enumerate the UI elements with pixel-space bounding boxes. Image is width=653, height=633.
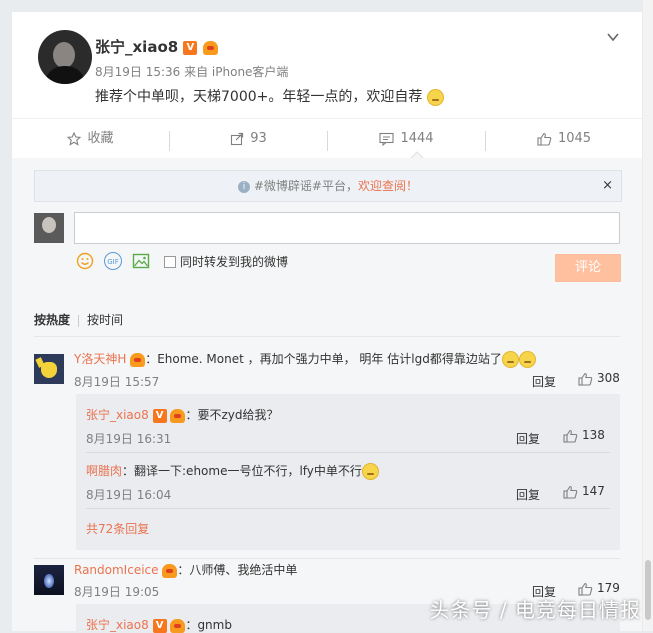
sub-reply: 张宁_xiao8 V ：gnmb xyxy=(86,616,232,633)
sort-by-time-tab[interactable]: 按时间 xyxy=(87,313,123,327)
hug-emoji-icon xyxy=(426,88,444,106)
thumbs-up-icon xyxy=(537,132,552,146)
comment-like-button[interactable]: 308 xyxy=(578,371,620,386)
image-icon[interactable] xyxy=(132,252,150,270)
author-avatar[interactable] xyxy=(38,30,92,84)
rumor-notice-bar: i #微博辟谣#平台，欢迎查阅！ × xyxy=(34,170,622,202)
verified-badge-icon: V xyxy=(152,408,167,423)
thumbs-up-icon xyxy=(563,429,578,443)
forward-checkbox-label: 同时转发到我的微博 xyxy=(180,255,289,269)
notice-text: #微博辟谣#平台， xyxy=(253,179,358,193)
crown-badge-icon xyxy=(202,40,218,55)
post-meta: 8月19日 15:36 来自 iPhone客户端 xyxy=(95,65,289,79)
sub-reply-text: ：要不zyd给我？ xyxy=(185,408,279,422)
commenter-avatar[interactable] xyxy=(34,565,64,595)
sweat-emoji-icon xyxy=(501,351,519,368)
sub-reply-like-count: 147 xyxy=(582,484,605,498)
favorite-label: 收藏 xyxy=(87,131,114,146)
author-name[interactable]: 张宁_xiao8 xyxy=(95,38,178,56)
comment-like-button[interactable]: 138 xyxy=(563,428,605,443)
sub-replies-box: 张宁_xiao8 V ：要不zyd给我？ 8月19日 16:31 回复 138 … xyxy=(76,394,620,550)
sub-reply-like-count: 138 xyxy=(582,428,605,442)
favorite-button[interactable]: 收藏 xyxy=(12,119,169,159)
comment-body: RandomIceice ：八师傅、我绝活中单 xyxy=(74,561,297,578)
like-count: 1045 xyxy=(557,131,592,146)
sub-reply-time: 8月19日 16:31 xyxy=(86,432,172,446)
emoji-icon[interactable] xyxy=(76,252,94,270)
sub-reply: 张宁_xiao8 V ：要不zyd给我？ xyxy=(86,406,278,423)
page-scrollbar[interactable] xyxy=(643,0,653,631)
more-replies-link[interactable]: 共72条回复 xyxy=(86,520,149,537)
sub-reply-name[interactable]: 啊腊肉 xyxy=(86,464,122,478)
thumbs-up-icon xyxy=(563,485,578,499)
share-icon xyxy=(231,132,244,145)
commenter-avatar[interactable] xyxy=(34,354,64,384)
sub-reply-text: ：翻译一下:ehome一号位不行，lfy中单不行 xyxy=(122,464,362,478)
crown-badge-icon xyxy=(162,563,178,578)
comment-text: ：Ehome. Monet ，再加个强力中单， 明年 估计lgd都得靠边站了 xyxy=(145,352,502,366)
current-user-avatar xyxy=(34,213,64,243)
gif-icon[interactable]: GIF xyxy=(104,252,122,270)
forward-count: 93 xyxy=(250,131,267,146)
watermark: 头条号 / 电竞每日情报 xyxy=(429,598,641,622)
like-button[interactable]: 1045 xyxy=(486,119,642,159)
notice-link[interactable]: 欢迎查阅！ xyxy=(358,179,418,193)
commenter-name[interactable]: Y洛天神H xyxy=(74,352,126,366)
author-name-row: 张宁_xiao8 V xyxy=(95,36,218,57)
chevron-down-icon[interactable] xyxy=(606,30,620,44)
comment-body: Y洛天神H ：Ehome. Monet ，再加个强力中单， 明年 估计lgd都得… xyxy=(74,350,536,368)
post-text-content: 推荐个中单呗，天梯7000+。年轻一点的，欢迎自荐 xyxy=(95,89,423,105)
comment-time: 8月19日 15:57 xyxy=(74,375,160,389)
notice-close-button[interactable]: × xyxy=(602,171,613,201)
comment-count: 1444 xyxy=(400,131,434,146)
comment-button[interactable]: 1444 xyxy=(328,119,485,159)
crown-badge-icon xyxy=(170,408,186,423)
crown-badge-icon xyxy=(170,618,186,633)
cat-emoji-icon xyxy=(361,463,379,480)
comment-text: ：八师傅、我绝活中单 xyxy=(177,563,298,577)
crown-badge-icon xyxy=(130,352,146,367)
weibo-post-card: 张宁_xiao8 V 8月19日 15:36 来自 iPhone客户端 推荐个中… xyxy=(12,12,642,633)
comment-input[interactable] xyxy=(74,212,620,244)
comment-like-button[interactable]: 147 xyxy=(563,484,605,499)
thumbs-up-icon xyxy=(578,372,593,386)
post-action-bar: 收藏 93 1444 1045 xyxy=(12,118,642,159)
submit-comment-button[interactable]: 评论 xyxy=(555,254,621,282)
reply-button[interactable]: 回复 xyxy=(532,373,556,390)
comment-like-count: 179 xyxy=(597,581,620,595)
reply-button[interactable]: 回复 xyxy=(516,430,540,447)
forward-button[interactable]: 93 xyxy=(170,119,327,159)
reply-button[interactable]: 回复 xyxy=(516,486,540,503)
sweat-emoji-icon xyxy=(518,351,536,368)
sort-by-hot-tab[interactable]: 按热度 xyxy=(34,313,70,327)
caret-up-icon xyxy=(410,151,424,159)
comment-panel: i #微博辟谣#平台，欢迎查阅！ × GIF 同时转发到我的微博 评论 按热度按… xyxy=(12,151,642,633)
verified-badge-icon: V xyxy=(183,40,198,55)
comment-icon xyxy=(379,132,395,146)
star-icon xyxy=(67,131,82,146)
verified-badge-icon: V xyxy=(152,618,167,633)
forward-checkbox[interactable] xyxy=(164,256,176,268)
page-scrollbar-thumb[interactable] xyxy=(645,560,651,620)
sub-reply-name[interactable]: 张宁_xiao8 xyxy=(86,408,149,422)
sub-reply-text: ：gnmb xyxy=(185,618,232,632)
sub-reply-name[interactable]: 张宁_xiao8 xyxy=(86,618,149,632)
comment-time: 8月19日 19:05 xyxy=(74,585,160,599)
sub-reply-time: 8月19日 16:04 xyxy=(86,488,172,502)
comment-like-count: 308 xyxy=(597,371,620,385)
post-text: 推荐个中单呗，天梯7000+。年轻一点的，欢迎自荐 xyxy=(95,86,444,106)
commenter-name[interactable]: RandomIceice xyxy=(74,563,159,577)
sub-reply: 啊腊肉：翻译一下:ehome一号位不行，lfy中单不行 xyxy=(86,462,379,480)
info-icon: i xyxy=(238,180,251,193)
comment-sort-tabs: 按热度 按时间 xyxy=(34,311,123,328)
